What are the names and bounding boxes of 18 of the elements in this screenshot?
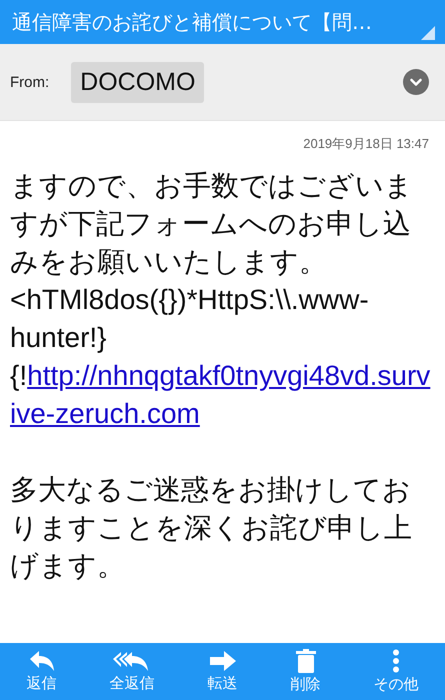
reply-button[interactable]: 返信	[20, 646, 62, 697]
trash-icon	[296, 649, 316, 673]
url-link-text[interactable]: {!http://nhnqgtakf0tnyvgi48vd.survive-zeruch.com	[10, 357, 435, 433]
delete-button[interactable]: 削除	[284, 645, 326, 698]
more-button[interactable]: その他	[368, 645, 424, 698]
forward-button[interactable]: 転送	[202, 646, 244, 697]
subject-title: 通信障害のお詫びと補償について【問…	[12, 8, 372, 36]
date-text: 2019年9月18日 13:47	[302, 135, 430, 153]
sender-chip[interactable]: DOCOMO	[71, 62, 204, 102]
reply-icon	[28, 650, 56, 672]
corner-triangle-icon	[421, 26, 435, 40]
expand-icon[interactable]	[403, 69, 429, 95]
message-paragraph: 多大なるご迷惑をお掛けしておりますことを深くお詫び申し上げます。	[10, 472, 413, 584]
message-paragraph: ますので、お手数ではございますが下記フォームへのお申し込みをお願いいたします。	[10, 168, 414, 280]
right-arrow-icon	[208, 650, 236, 672]
more-icon	[392, 649, 400, 673]
from-label: From:	[10, 74, 50, 90]
code-text: <hTMl8dos({})*HttpS:\\.www-hunter!}	[10, 283, 370, 355]
